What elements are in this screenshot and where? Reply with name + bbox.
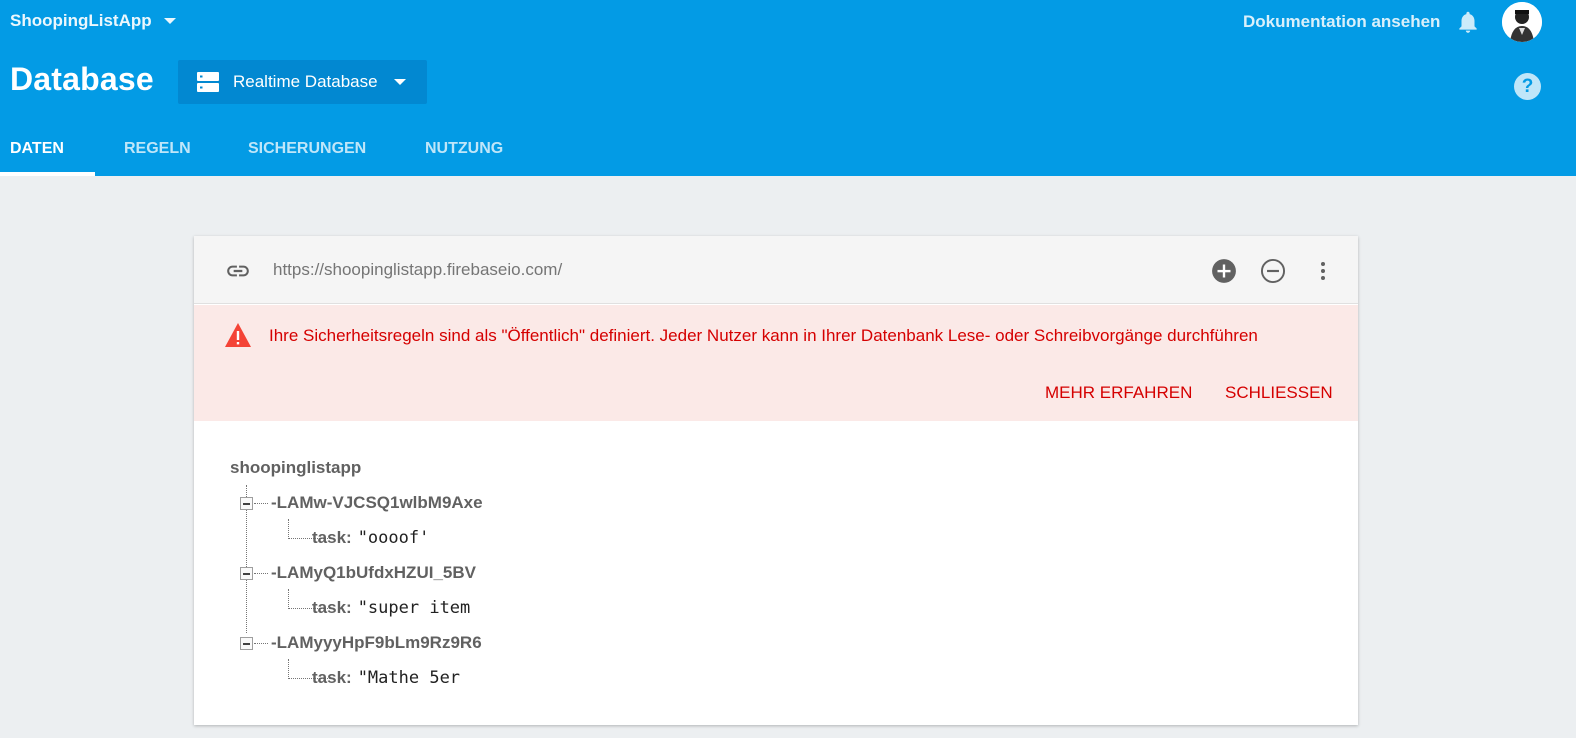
add-circle-icon[interactable] — [1211, 258, 1237, 284]
project-name: ShoopingListApp — [10, 11, 152, 30]
url-bar: https://shoopinglistapp.firebaseio.com/ — [194, 236, 1358, 304]
tree-connector — [254, 503, 268, 504]
database-selector[interactable]: Realtime Database — [178, 60, 427, 104]
tree-connector — [254, 643, 268, 644]
remove-circle-icon[interactable] — [1260, 258, 1286, 284]
database-icon — [197, 72, 219, 92]
project-selector[interactable]: ShoopingListApp — [10, 11, 176, 31]
database-card: https://shoopinglistapp.firebaseio.com/ … — [194, 236, 1358, 725]
database-url[interactable]: https://shoopinglistapp.firebaseio.com/ — [273, 260, 562, 280]
chevron-down-icon — [163, 18, 176, 24]
learn-more-button[interactable]: MEHR ERFAHREN — [1045, 383, 1192, 403]
leaf-value[interactable]: "oooof' — [358, 528, 430, 548]
chevron-down-icon — [394, 79, 406, 85]
avatar[interactable] — [1502, 2, 1542, 42]
warning-icon — [225, 323, 251, 347]
collapse-icon[interactable] — [240, 637, 253, 650]
tab-sicherungen[interactable]: SICHERUNGEN — [248, 122, 366, 176]
leaf-value[interactable]: "Mathe 5er — [358, 668, 460, 688]
tree-root-key[interactable]: shoopinglistapp — [230, 458, 361, 478]
more-vert-icon[interactable] — [1311, 258, 1335, 284]
tree-node-key[interactable]: -LAMw-VJCSQ1wlbM9Axe — [271, 493, 483, 513]
security-alert: Ihre Sicherheitsregeln sind als "Öffentl… — [194, 305, 1358, 421]
tree-leaf[interactable]: task: "oooof' — [312, 528, 429, 548]
tree-connector — [288, 519, 289, 539]
link-icon[interactable] — [225, 258, 251, 284]
tree-leaf[interactable]: task: "super item — [312, 598, 470, 618]
tree-leaf[interactable]: task: "Mathe 5er — [312, 668, 460, 688]
leaf-key: task: — [312, 598, 352, 617]
help-icon[interactable]: ? — [1514, 73, 1541, 100]
tree-connector — [254, 573, 268, 574]
database-selector-label: Realtime Database — [233, 72, 378, 91]
tab-regeln[interactable]: REGELN — [124, 122, 191, 176]
alert-message: Ihre Sicherheitsregeln sind als "Öffentl… — [269, 326, 1258, 345]
leaf-key: task: — [312, 668, 352, 687]
tree-node-key[interactable]: -LAMyQ1bUfdxHZUI_5BV — [271, 563, 476, 583]
leaf-value[interactable]: "super item — [358, 598, 471, 618]
tab-nutzung[interactable]: NUTZUNG — [425, 122, 503, 176]
tree-connector — [288, 659, 289, 679]
documentation-link[interactable]: Dokumentation ansehen — [1243, 12, 1440, 32]
app-header: ShoopingListApp Dokumentation ansehen Da… — [0, 0, 1576, 176]
bell-icon[interactable] — [1455, 9, 1481, 35]
active-tab-indicator — [0, 172, 95, 176]
leaf-key: task: — [312, 528, 352, 547]
avatar-image — [1502, 2, 1542, 42]
tab-daten[interactable]: DATEN — [10, 122, 64, 176]
tree-connector — [288, 589, 289, 609]
close-alert-button[interactable]: SCHLIESSEN — [1225, 383, 1333, 403]
data-tree: shoopinglistapp -LAMw-VJCSQ1wlbM9Axe tas… — [194, 421, 1358, 725]
tree-node-key[interactable]: -LAMyyyHpF9bLm9Rz9R6 — [271, 633, 482, 653]
collapse-icon[interactable] — [240, 497, 253, 510]
page-title: Database — [10, 61, 154, 97]
collapse-icon[interactable] — [240, 567, 253, 580]
